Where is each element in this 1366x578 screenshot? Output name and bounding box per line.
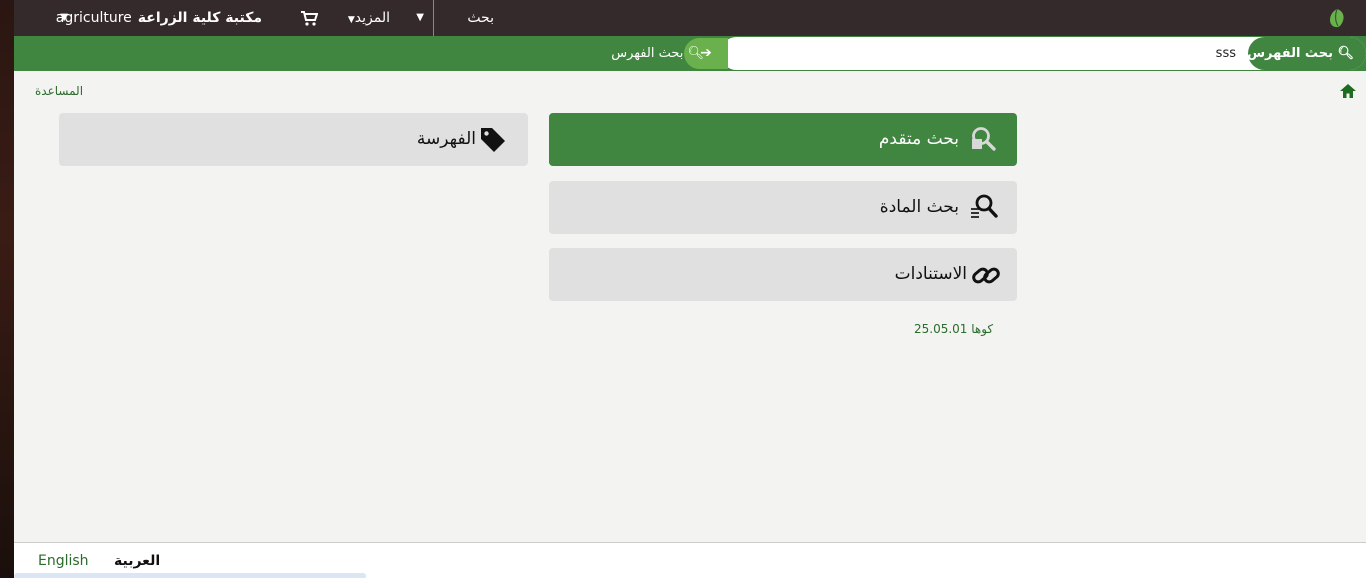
search-icon: 🔍︎ xyxy=(1337,46,1354,61)
koha-logo-icon[interactable] xyxy=(1326,7,1348,29)
help-link[interactable]: المساعدة xyxy=(35,84,83,98)
search-icon: 🔍︎ xyxy=(687,46,704,61)
breadcrumb: المساعدة xyxy=(14,82,1366,102)
advanced-search-label: بحث متقدم xyxy=(878,129,959,149)
link-icon xyxy=(972,267,1000,284)
navbar-divider xyxy=(433,0,434,36)
catalog-search-button[interactable]: 🔍︎ بحث الفهرس xyxy=(1247,37,1366,70)
tag-icon xyxy=(481,128,505,152)
search-menu-link[interactable]: بحث xyxy=(467,0,494,36)
more-menu[interactable]: المزيد▼ xyxy=(348,0,390,36)
item-search-tile[interactable]: بحث المادة xyxy=(549,181,1017,234)
language-english[interactable]: English xyxy=(38,553,89,569)
search-input[interactable] xyxy=(736,37,1236,70)
catalog-link-label: بحث الفهرس xyxy=(611,46,684,61)
cataloging-label: الفهرسة xyxy=(416,129,476,149)
koha-version: كوها 25.05.01 xyxy=(914,322,994,336)
search-header: 🔍︎ بحث الفهرس ➔ 🔍︎ بحث الفهرس xyxy=(14,36,1366,71)
top-navbar: بحث ▼ المزيد▼ مكتبة كلية الزراعةagricult… xyxy=(14,0,1366,36)
item-search-icon xyxy=(971,194,998,218)
cataloging-tile[interactable]: الفهرسة xyxy=(59,113,528,166)
library-name-ar: مكتبة كلية الزراعة xyxy=(137,10,262,26)
advanced-search-tile[interactable]: بحث متقدم xyxy=(549,113,1017,166)
cart-icon[interactable] xyxy=(298,0,319,36)
authorities-tile[interactable]: الاستنادات xyxy=(549,248,1017,301)
footer: العربية English xyxy=(14,542,1366,578)
language-arabic[interactable]: العربية xyxy=(114,553,160,569)
library-dropdown-caret-icon[interactable]: ▼ xyxy=(60,0,68,36)
authorities-label: الاستنادات xyxy=(894,264,967,284)
library-menu[interactable]: مكتبة كلية الزراعةagriculture xyxy=(56,0,262,36)
more-menu-label: المزيد xyxy=(354,10,390,26)
footer-scrollbar xyxy=(14,573,366,578)
more-caret-icon: ▼ xyxy=(347,15,355,25)
search-box: 🔍︎ بحث الفهرس xyxy=(720,37,1366,70)
catalog-search-label: بحث الفهرس xyxy=(1247,46,1333,61)
home-icon[interactable] xyxy=(1340,84,1356,98)
desktop-background xyxy=(0,0,14,578)
catalog-search-link[interactable]: 🔍︎ بحث الفهرس xyxy=(611,36,704,71)
item-search-label: بحث المادة xyxy=(879,197,959,217)
search-dropdown-caret-icon[interactable]: ▼ xyxy=(416,0,424,36)
advanced-search-icon xyxy=(972,127,996,151)
koha-app: بحث ▼ المزيد▼ مكتبة كلية الزراعةagricult… xyxy=(14,0,1366,578)
